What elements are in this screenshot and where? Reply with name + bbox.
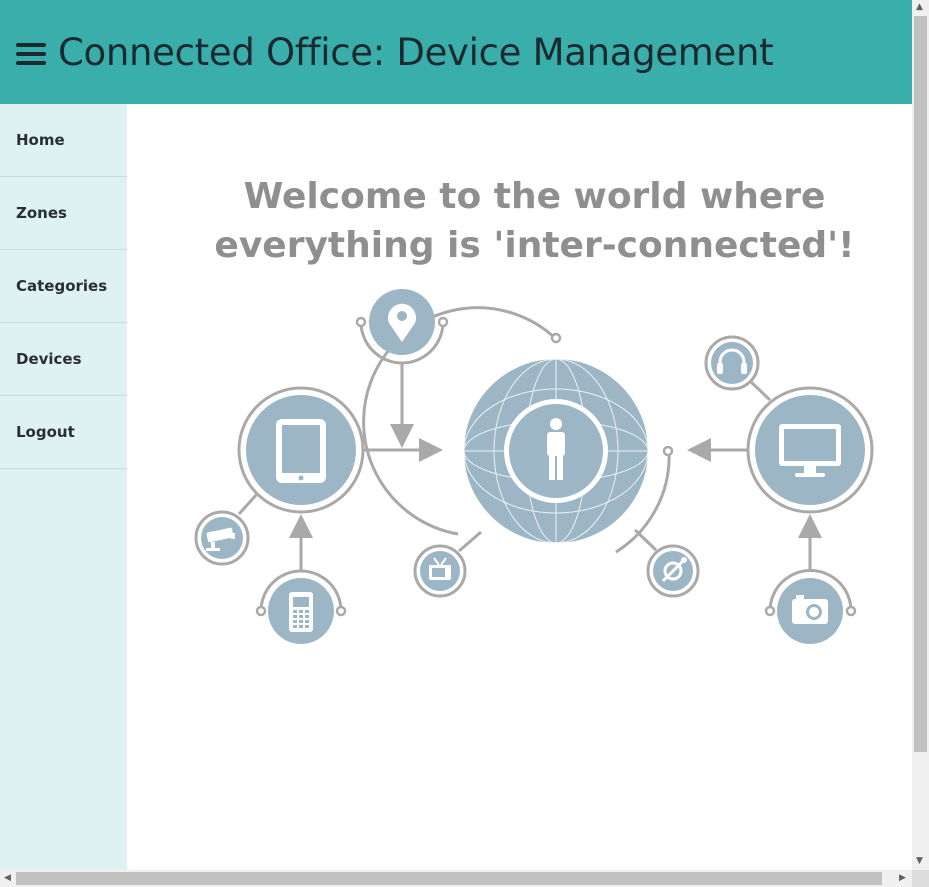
scroll-left-arrow-icon[interactable]: ◀ — [4, 874, 11, 883]
cctv-camera-icon — [194, 510, 250, 566]
sidebar-nav: Home Zones Categories Devices Logout — [0, 104, 127, 872]
satellite-icon — [646, 544, 700, 598]
mobile-phone-icon — [268, 578, 334, 644]
vertical-scrollbar-thumb[interactable] — [914, 16, 927, 752]
scroll-down-arrow-icon[interactable]: ▼ — [916, 857, 923, 866]
sidebar-item-devices[interactable]: Devices — [0, 323, 127, 396]
scroll-right-arrow-icon[interactable]: ▶ — [899, 874, 906, 883]
tablet-icon — [237, 386, 365, 514]
horizontal-scrollbar-thumb[interactable] — [16, 872, 882, 885]
scrollbar-corner — [912, 870, 929, 887]
app-title: Connected Office: Device Management — [58, 30, 774, 74]
connected-devices-illustration — [194, 289, 874, 644]
sidebar-item-zones[interactable]: Zones — [0, 177, 127, 250]
headphones-icon — [704, 335, 760, 391]
monitor-icon — [746, 386, 874, 514]
location-pin-icon — [369, 289, 435, 355]
app-header: Connected Office: Device Management — [0, 0, 912, 104]
tv-icon — [413, 544, 467, 598]
sidebar-item-logout[interactable]: Logout — [0, 396, 127, 469]
main-content: Welcome to the world where everything is… — [127, 104, 912, 872]
camera-icon — [777, 578, 843, 644]
hamburger-menu-icon[interactable] — [16, 43, 46, 65]
sidebar-item-categories[interactable]: Categories — [0, 250, 127, 323]
sidebar-item-home[interactable]: Home — [0, 104, 127, 177]
scroll-up-arrow-icon[interactable]: ▲ — [916, 3, 923, 12]
